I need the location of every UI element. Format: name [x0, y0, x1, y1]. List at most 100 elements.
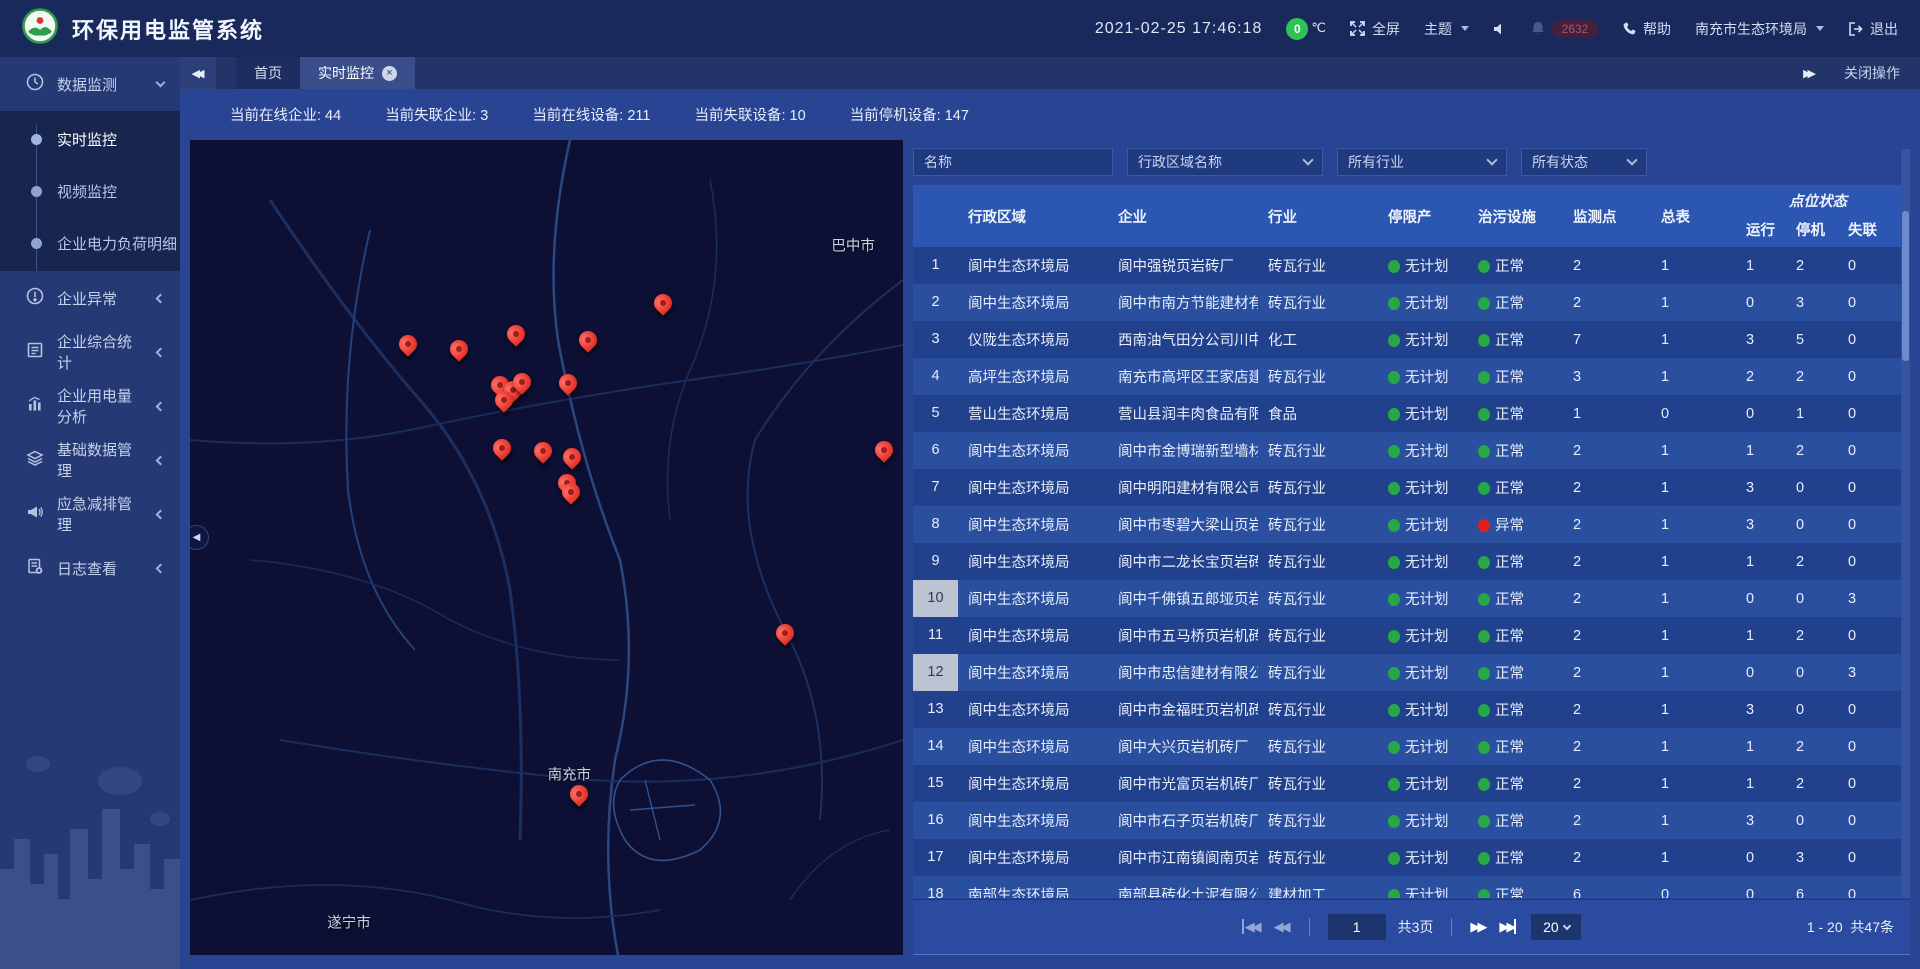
table-row[interactable]: 16阆中生态环境局阆中市石子页岩机砖厂砖瓦行业无计划正常21300: [913, 802, 1910, 839]
cell-facility: 正常: [1468, 403, 1563, 424]
theme-menu[interactable]: 主题: [1424, 19, 1469, 39]
cell-stopped: 1: [1786, 406, 1838, 422]
table-row[interactable]: 2阆中生态环境局阆中市南方节能建材有砖瓦行业无计划正常21030: [913, 284, 1910, 321]
tab-realtime-monitoring[interactable]: 实时监控 ×: [300, 57, 415, 89]
cell-region: 阆中生态环境局: [958, 477, 1108, 498]
alert-circle-icon: [26, 287, 44, 309]
cell-stopped: 6: [1786, 887, 1838, 899]
table-scrollbar[interactable]: [1901, 149, 1910, 898]
last-page-button[interactable]: ▶▶: [1499, 919, 1519, 935]
chevron-down-icon: [1486, 154, 1497, 165]
row-number: 8: [913, 506, 958, 543]
map[interactable]: 巴中市南充市遂宁市 ◀: [190, 140, 903, 955]
first-page-button[interactable]: ◀◀: [1242, 919, 1262, 935]
table-row[interactable]: 15阆中生态环境局阆中市光富页岩机砖厂砖瓦行业无计划正常21120: [913, 765, 1910, 802]
cell-running: 2: [1736, 369, 1786, 385]
tab-home[interactable]: 首页: [236, 57, 300, 89]
cell-running: 0: [1736, 295, 1786, 311]
status-dot-green: [1388, 371, 1400, 384]
sidebar-item-emergency-reduction[interactable]: 应急减排管理: [0, 487, 180, 541]
table-row[interactable]: 11阆中生态环境局阆中市五马桥页岩机砖砖瓦行业无计划正常21120: [913, 617, 1910, 654]
row-number: 9: [913, 543, 958, 580]
stats-bar: 当前在线企业: 44当前失联企业: 3当前在线设备: 211当前失联设备: 10…: [180, 89, 1920, 140]
chevron-down-icon: [1626, 154, 1637, 165]
table-row[interactable]: 18南部生态环境局南部县砖化土泥有限公建材加工无计划正常60060: [913, 876, 1910, 898]
tabs-scroll-left-button[interactable]: ◀◀: [180, 57, 216, 89]
table-row[interactable]: 6阆中生态环境局阆中市金博瑞新型墙材砖瓦行业无计划正常21120: [913, 432, 1910, 469]
table-row[interactable]: 4高坪生态环境局南充市高坪区王家店建砖瓦行业无计划正常31220: [913, 358, 1910, 395]
name-filter-input[interactable]: [924, 154, 1102, 170]
table-row[interactable]: 17阆中生态环境局阆中市江南镇阆南页岩砖瓦行业无计划正常21030: [913, 839, 1910, 876]
status-dot-red: [1478, 519, 1490, 532]
table-row[interactable]: 1阆中生态环境局阆中强锐页岩砖厂砖瓦行业无计划正常21120: [913, 247, 1910, 284]
chevron-left-icon: [156, 509, 166, 519]
cell-region: 阆中生态环境局: [958, 292, 1108, 313]
divider: [1309, 918, 1310, 936]
sidebar-item-video-monitoring[interactable]: 视频监控: [0, 165, 180, 217]
cell-stopped: 2: [1786, 554, 1838, 570]
scrollbar-thumb[interactable]: [1902, 211, 1909, 361]
tabs-scroll-right-button[interactable]: ▶▶: [1803, 67, 1816, 80]
gauge-icon: [26, 73, 44, 95]
notifications[interactable]: 2632: [1531, 20, 1598, 38]
table-row[interactable]: 7阆中生态环境局阆中明阳建材有限公司砖瓦行业无计划正常21300: [913, 469, 1910, 506]
sidebar-item-power-load-detail[interactable]: 企业电力负荷明细: [0, 217, 180, 269]
stat-item: 当前失联设备: 10: [695, 104, 806, 125]
previous-page-button[interactable]: ◀◀: [1274, 919, 1291, 935]
cell-running: 0: [1736, 850, 1786, 866]
close-tab-icon[interactable]: ×: [382, 66, 397, 81]
sidebar-item-realtime-monitoring[interactable]: 实时监控: [0, 113, 180, 165]
fullscreen-button[interactable]: 全屏: [1350, 19, 1400, 39]
cell-meters: 1: [1651, 443, 1736, 459]
cell-company: 阆中市南方节能建材有: [1108, 292, 1258, 313]
page-number-input[interactable]: [1328, 914, 1386, 940]
cell-meters: 1: [1651, 591, 1736, 607]
table-row[interactable]: 9阆中生态环境局阆中市二龙长宝页岩砖砖瓦行业无计划正常21120: [913, 543, 1910, 580]
sidebar-item-power-analysis[interactable]: 企业用电量分析: [0, 379, 180, 433]
mute-button[interactable]: [1493, 22, 1507, 36]
table-row[interactable]: 10阆中生态环境局阆中千佛镇五郎垭页岩砖瓦行业无计划正常21003: [913, 580, 1910, 617]
status-dot-green: [1388, 408, 1400, 421]
sidebar-submenu: 实时监控 视频监控 企业电力负荷明细: [0, 111, 180, 271]
sidebar-item-enterprise-statistics[interactable]: 企业综合统计: [0, 325, 180, 379]
table-row[interactable]: 12阆中生态环境局阆中市忠信建材有限公砖瓦行业无计划正常21003: [913, 654, 1910, 691]
row-number: 1: [913, 247, 958, 284]
sidebar-item-enterprise-abnormal[interactable]: 企业异常: [0, 271, 180, 325]
cell-limit: 无计划: [1378, 292, 1468, 313]
sidebar-item-data-monitoring[interactable]: 数据监测: [0, 57, 180, 111]
table-row[interactable]: 3仪陇生态环境局西南油气田分公司川中化工无计划正常71350: [913, 321, 1910, 358]
cell-running: 3: [1736, 813, 1786, 829]
cell-region: 高坪生态环境局: [958, 366, 1108, 387]
stat-item: 当前失联企业: 3: [385, 104, 488, 125]
table-row[interactable]: 14阆中生态环境局阆中大兴页岩机砖厂砖瓦行业无计划正常21120: [913, 728, 1910, 765]
page-size-select[interactable]: 20: [1531, 914, 1581, 940]
cell-meters: 1: [1651, 554, 1736, 570]
org-menu[interactable]: 南充市生态环境局: [1695, 19, 1824, 39]
name-filter-field[interactable]: [913, 148, 1113, 176]
next-page-button[interactable]: ▶▶: [1470, 919, 1487, 935]
close-operations-menu[interactable]: 关闭操作: [1844, 63, 1900, 83]
region-filter-select[interactable]: 行政区域名称: [1127, 148, 1323, 176]
table-row[interactable]: 13阆中生态环境局阆中市金福旺页岩机砖砖瓦行业无计划正常21300: [913, 691, 1910, 728]
logout-button[interactable]: 退出: [1848, 19, 1898, 39]
table-row[interactable]: 8阆中生态环境局阆中市枣碧大梁山页岩砖瓦行业无计划异常21300: [913, 506, 1910, 543]
sidebar-item-log-view[interactable]: 日志查看: [0, 541, 180, 595]
status-filter-select[interactable]: 所有状态: [1521, 148, 1647, 176]
cell-running: 0: [1736, 665, 1786, 681]
chevron-down-icon: [1562, 921, 1570, 929]
cell-limit: 无计划: [1378, 588, 1468, 609]
cell-points: 2: [1563, 258, 1651, 274]
industry-filter-select[interactable]: 所有行业: [1337, 148, 1507, 176]
cell-running: 3: [1736, 332, 1786, 348]
cell-meters: 1: [1651, 295, 1736, 311]
cell-company: 阆中市金福旺页岩机砖: [1108, 699, 1258, 720]
sidebar-item-base-data[interactable]: 基础数据管理: [0, 433, 180, 487]
cell-limit: 无计划: [1378, 662, 1468, 683]
cell-meters: 1: [1651, 739, 1736, 755]
cell-company: 阆中市石子页岩机砖厂: [1108, 810, 1258, 831]
table-row[interactable]: 5营山生态环境局营山县润丰肉食品有限食品无计划正常10010: [913, 395, 1910, 432]
cell-meters: 1: [1651, 369, 1736, 385]
cell-running: 1: [1736, 554, 1786, 570]
help-button[interactable]: 帮助: [1622, 19, 1671, 39]
cell-limit: 无计划: [1378, 810, 1468, 831]
